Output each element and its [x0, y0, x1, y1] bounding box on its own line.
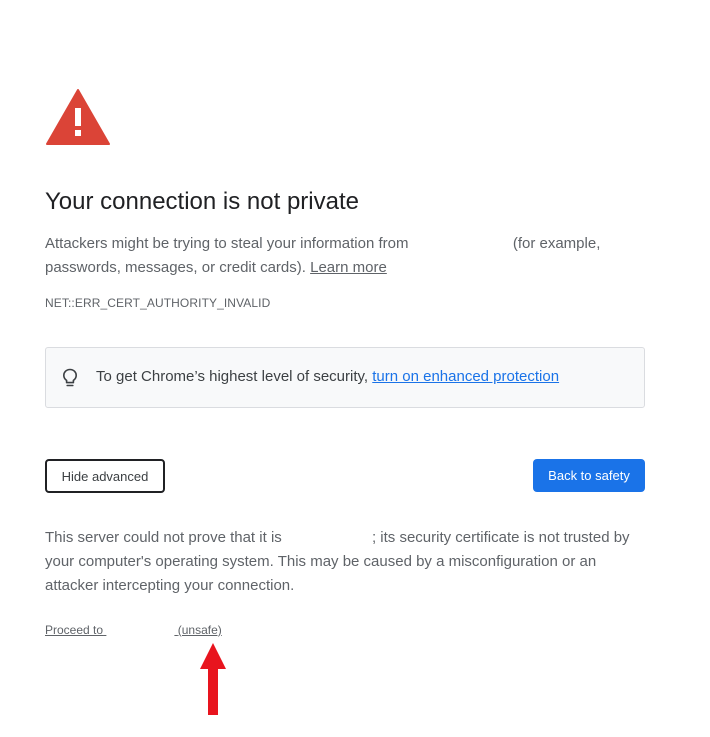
proceed-suffix: (unsafe)	[177, 623, 222, 637]
proceed-unsafe-link[interactable]: Proceed to (unsafe)	[45, 623, 222, 637]
tip-text: To get Chrome’s highest level of securit…	[96, 368, 369, 385]
page-title: Your connection is not private	[45, 188, 359, 215]
enhanced-protection-tip: To get Chrome’s highest level of securit…	[45, 347, 645, 408]
back-to-safety-button[interactable]: Back to safety	[533, 459, 645, 492]
proceed-prefix: Proceed to	[45, 623, 104, 637]
error-code: NET::ERR_CERT_AUTHORITY_INVALID	[45, 296, 271, 310]
explanation-text: Attackers might be trying to steal your …	[45, 232, 645, 280]
advanced-details-text: This server could not prove that it is ;…	[45, 526, 645, 598]
lightbulb-icon	[63, 368, 77, 387]
explanation-before: Attackers might be trying to steal your …	[45, 235, 409, 252]
red-arrow-annotation-icon	[200, 643, 226, 715]
tip-text-wrap: To get Chrome’s highest level of securit…	[96, 368, 559, 385]
details-before: This server could not prove that it is	[45, 529, 282, 546]
hide-advanced-button[interactable]: Hide advanced	[45, 459, 165, 493]
warning-triangle-icon	[46, 89, 110, 145]
learn-more-link[interactable]: Learn more	[310, 259, 387, 276]
enhanced-protection-link[interactable]: turn on enhanced protection	[372, 368, 559, 385]
